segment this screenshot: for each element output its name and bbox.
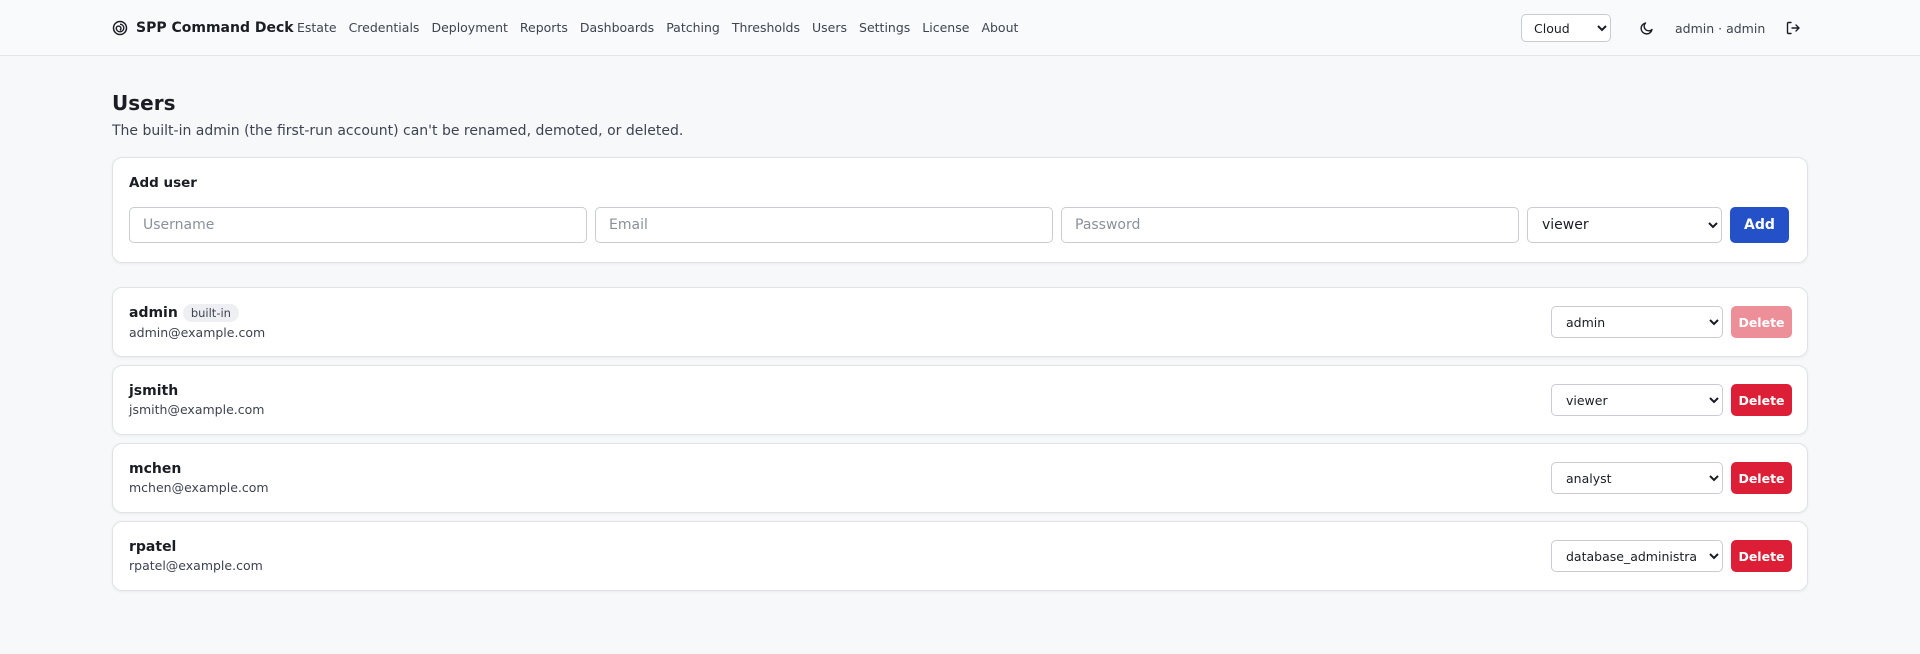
delete-user-button: Delete [1731,306,1792,338]
user-email: admin@example.com [129,325,266,340]
username-input[interactable] [129,207,587,243]
user-email: mchen@example.com [129,480,269,495]
delete-user-button[interactable]: Delete [1731,462,1792,494]
user-role-select[interactable]: analyst [1551,462,1723,494]
user-actions: database_administrator Delete [1551,522,1792,590]
header-actions: Cloud admin · admin [1521,14,1801,42]
brand-name: SPP Command Deck [136,19,294,36]
add-user-button[interactable]: Add [1730,207,1789,243]
user-name: admin [129,305,178,321]
user-info: jsmith jsmith@example.com [129,383,264,417]
user-actions: viewer Delete [1551,366,1792,434]
top-navbar: SPP Command Deck Estate Credentials Deploy… [0,0,1920,56]
brand[interactable]: SPP Command Deck [112,0,294,55]
user-name-row: jsmith [129,383,264,399]
page-title: Users [112,91,176,115]
add-user-title: Add user [129,175,197,191]
user-info: mchen mchen@example.com [129,461,269,495]
user-row: rpatel rpatel@example.com database_adminis… [112,521,1808,591]
user-row: jsmith jsmith@example.com viewer Delete [112,365,1808,435]
user-row: mchen mchen@example.com analyst Delete [112,443,1808,513]
user-role-select[interactable]: admin [1551,306,1723,338]
page-subtitle: The built-in admin (the first-run accoun… [112,123,684,139]
user-name: mchen [129,461,182,477]
user-info: admin built-in admin@example.com [129,304,265,340]
user-role-select[interactable]: database_administrator [1551,540,1723,572]
user-name-row: admin built-in [129,304,265,322]
nav-link-thresholds[interactable]: Thresholds [732,20,800,35]
add-user-form: viewer Add [129,207,1791,243]
user-email: jsmith@example.com [129,402,265,417]
nav-link-deployment[interactable]: Deployment [431,20,507,35]
user-actions: analyst Delete [1551,444,1792,512]
nav-link-license[interactable]: License [922,20,969,35]
user-list: admin built-in admin@example.com admin Delet… [112,287,1808,591]
user-name: jsmith [129,383,179,399]
user-name: rpatel [129,539,177,555]
user-row: admin built-in admin@example.com admin Delet… [112,287,1808,357]
built-in-badge: built-in [182,304,239,322]
nav-link-estate[interactable]: Estate [297,20,337,35]
user-name-row: rpatel [129,539,263,555]
new-user-role-select[interactable]: viewer [1527,207,1722,243]
delete-user-button[interactable]: Delete [1731,384,1792,416]
nav-link-credentials[interactable]: Credentials [349,20,420,35]
add-user-card: Add user viewer Add [112,157,1808,263]
delete-user-button[interactable]: Delete [1731,540,1792,572]
user-info: rpatel rpatel@example.com [129,539,263,573]
nav-link-dashboards[interactable]: Dashboards [580,20,654,35]
user-name-row: mchen [129,461,269,477]
nav-link-users[interactable]: Users [812,20,847,35]
nav-link-reports[interactable]: Reports [520,20,568,35]
logout-icon[interactable] [1785,20,1801,36]
spiral-logo-icon [112,20,128,36]
nav-link-patching[interactable]: Patching [666,20,720,35]
email-input[interactable] [595,207,1053,243]
environment-select[interactable]: Cloud [1521,14,1611,42]
user-email: rpatel@example.com [129,558,263,573]
current-user-label: admin · admin [1675,20,1766,36]
main-content: Users The built-in admin (the first-run … [112,56,1808,591]
nav-link-about[interactable]: About [981,20,1018,35]
nav-link-settings[interactable]: Settings [859,20,910,35]
password-input[interactable] [1061,207,1519,243]
user-role-select[interactable]: viewer [1551,384,1723,416]
user-actions: admin Delete [1551,288,1792,356]
main-nav: Estate Credentials Deployment Reports Dashbo… [297,0,1030,55]
moon-icon[interactable] [1639,20,1655,36]
